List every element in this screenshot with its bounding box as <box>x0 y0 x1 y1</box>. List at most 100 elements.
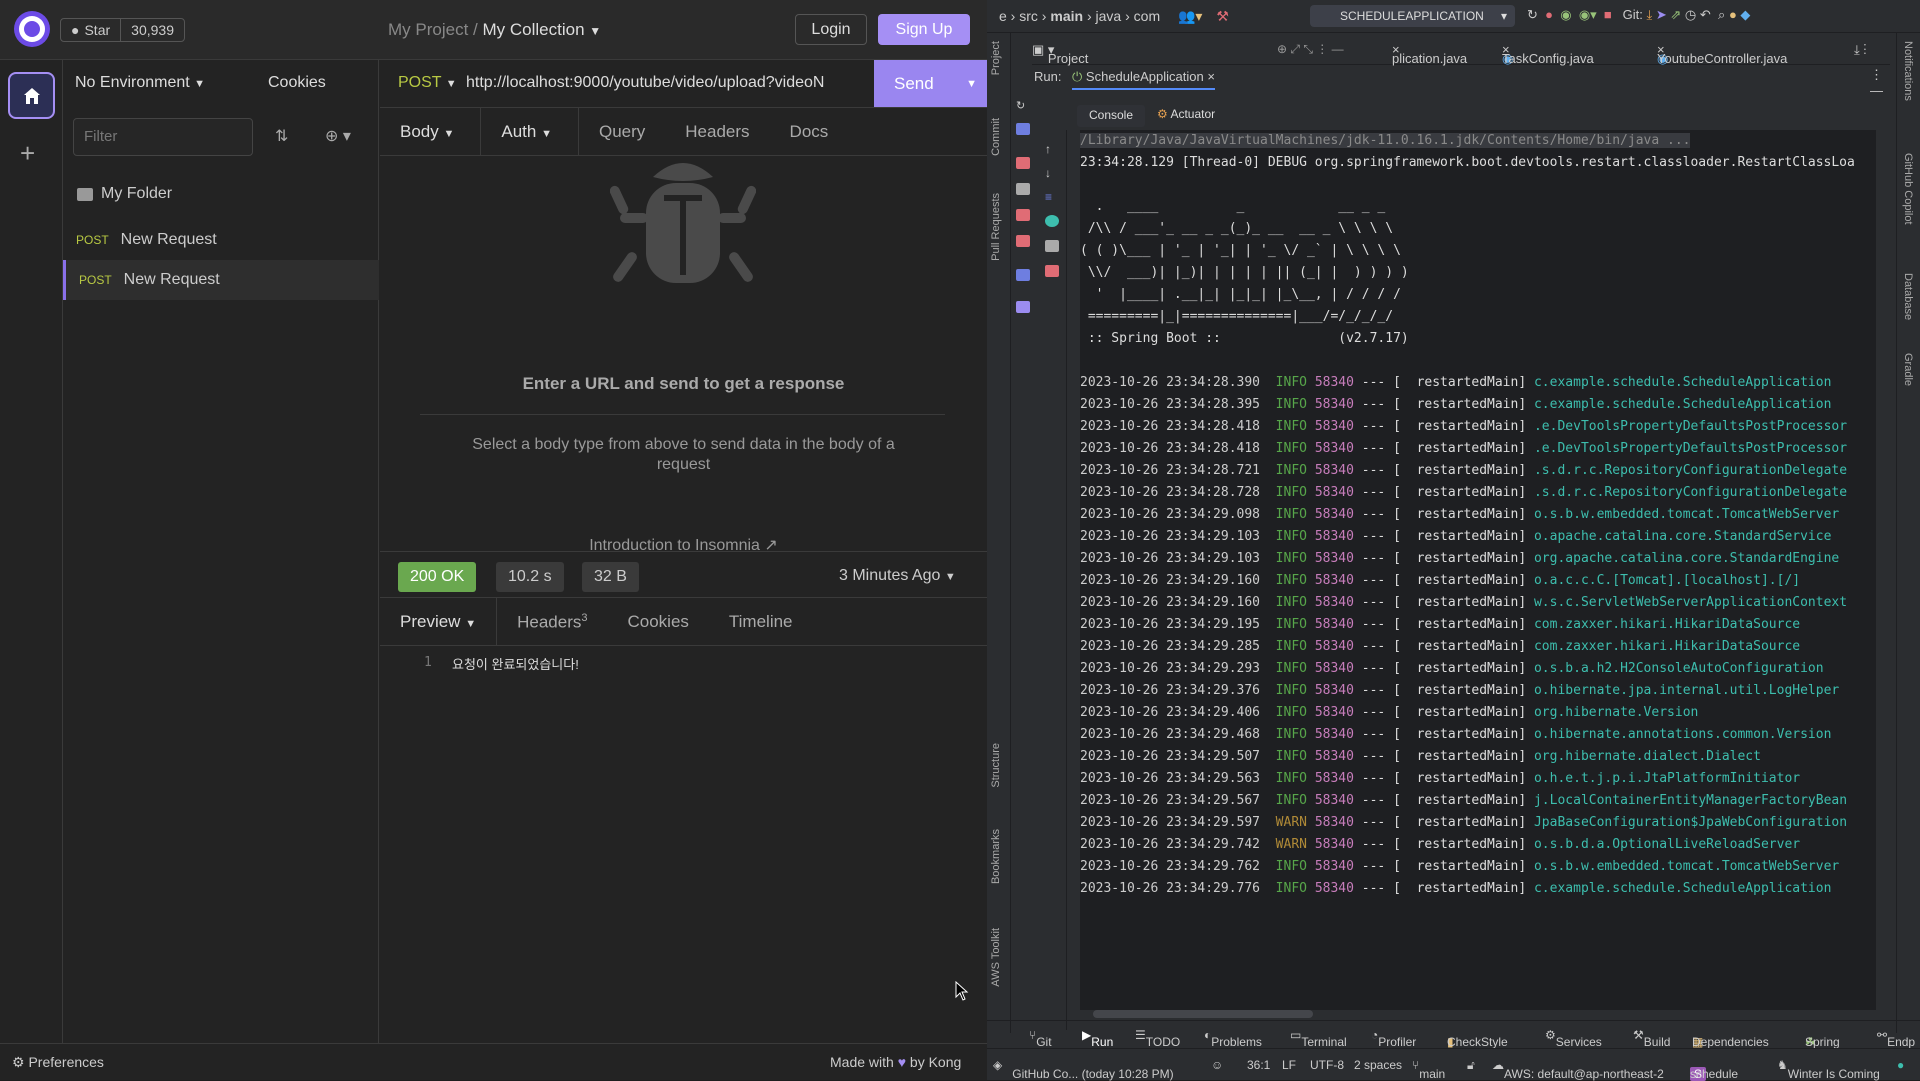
rerun-icon[interactable]: ↻ <box>1016 99 1030 112</box>
github-star-widget[interactable]: ● Star 30,939 <box>60 18 185 42</box>
tool-terminal[interactable]: ▭ Terminal <box>1290 1028 1347 1049</box>
url-input[interactable]: http://localhost:9000/youtube/video/uplo… <box>466 74 886 92</box>
settings-icon[interactable] <box>1016 123 1030 135</box>
tool-endpoints[interactable]: ⚯ Endp <box>1877 1028 1915 1049</box>
project-view-selector[interactable]: ▣ Project ▾ <box>1032 42 1088 66</box>
bug-small-icon[interactable] <box>1016 209 1030 221</box>
tool-commit[interactable]: Commit <box>990 118 1002 156</box>
camera-icon[interactable] <box>1016 183 1030 195</box>
update-icon[interactable]: ● <box>1729 7 1737 22</box>
tool-run[interactable]: ▶ Run <box>1082 1028 1113 1049</box>
git-commit-icon[interactable]: ➤ <box>1656 7 1667 22</box>
tool-github-copilot[interactable]: GitHub Copilot <box>1902 153 1914 225</box>
tab-console[interactable]: Console <box>1077 105 1145 127</box>
tab-query[interactable]: Query <box>579 108 665 155</box>
clear-icon[interactable] <box>1045 265 1059 277</box>
panel-menu-icon[interactable]: ⋮ — <box>1870 67 1890 98</box>
git-push-icon[interactable]: ⇗ <box>1670 7 1681 22</box>
nav-com[interactable]: com <box>1134 8 1160 24</box>
tool-services[interactable]: ⚙ Services <box>1545 1028 1602 1049</box>
search-icon[interactable]: ⌕ <box>1718 7 1725 22</box>
console-output[interactable]: /Library/Java/JavaVirtualMachines/jdk-11… <box>1080 130 1876 1010</box>
git-branch[interactable]: ⑂ main <box>1412 1058 1445 1081</box>
indent-setting[interactable]: 2 spaces <box>1354 1058 1402 1072</box>
tool-profiler[interactable]: ◔ Profiler <box>1371 1028 1416 1049</box>
tool-notifications[interactable]: Notifications <box>1902 41 1914 101</box>
user-icon[interactable]: 👥▾ <box>1178 8 1202 24</box>
copilot-status[interactable]: ◈ GitHub Co... (today 10:28 PM) <box>993 1058 1174 1081</box>
cookies-button[interactable]: Cookies <box>268 74 326 92</box>
git-update-icon[interactable]: ⤓ <box>1646 7 1652 22</box>
tab-response-cookies[interactable]: Cookies <box>607 598 708 645</box>
made-with-kong[interactable]: Made with ♥ by Kong <box>830 1054 961 1070</box>
add-request-icon[interactable]: ⊕ ▾ <box>325 126 351 146</box>
caret-position[interactable]: 36:1 <box>1247 1058 1270 1072</box>
copilot-icon[interactable]: ☺ <box>1211 1058 1223 1072</box>
tool-problems[interactable]: ◐ Problems <box>1204 1028 1262 1049</box>
tool-project[interactable]: Project <box>990 41 1002 75</box>
response-history[interactable]: 3 Minutes Ago ▼ <box>839 567 956 585</box>
stop-icon[interactable] <box>1016 157 1030 169</box>
editor-tab[interactable]: plication.java × <box>1392 42 1467 66</box>
tool-git[interactable]: ⑂ Git <box>1029 1028 1052 1049</box>
stop-icon[interactable]: ■ <box>1604 7 1612 22</box>
tool-aws-toolkit[interactable]: AWS Toolkit <box>990 928 1002 987</box>
aws-connection[interactable]: ☁ AWS: default@ap-northeast-2 <box>1492 1058 1664 1081</box>
request-item-selected[interactable]: POST New Request <box>63 260 379 300</box>
folder-item[interactable]: My Folder <box>77 185 172 203</box>
plugin-icon[interactable]: ◆ <box>1740 7 1750 22</box>
tab-preview[interactable]: Preview ▼ <box>380 598 498 645</box>
nav-main[interactable]: main <box>1050 8 1083 24</box>
filter-input[interactable]: Filter <box>73 118 253 156</box>
login-button[interactable]: Login <box>795 14 867 45</box>
run-config-selector[interactable]: SCHEDULEAPPLICATION ▾ <box>1310 5 1515 27</box>
scroll-up-icon[interactable]: ↑ <box>1045 142 1059 156</box>
tool-database[interactable]: Database <box>1902 273 1914 320</box>
add-icon[interactable]: + <box>20 138 35 169</box>
tabs-overflow-icon[interactable]: ⤓ ⋮ <box>1854 42 1867 58</box>
tab-actuator[interactable]: ⚙ Actuator <box>1157 107 1215 121</box>
tool-pull-requests[interactable]: Pull Requests <box>990 193 1002 261</box>
editor-tab[interactable]: ◉ TaskConfig.java × <box>1502 42 1594 66</box>
theme-name[interactable]: ♞ Winter Is Coming <box>1777 1058 1880 1081</box>
pin-icon[interactable] <box>1016 301 1030 313</box>
layout-icon[interactable] <box>1016 269 1030 281</box>
send-button[interactable]: Send ▼ <box>874 60 987 107</box>
exit-icon[interactable] <box>1016 235 1030 247</box>
environment-selector[interactable]: No Environment ▼ <box>75 74 205 92</box>
line-separator[interactable]: LF <box>1282 1058 1296 1072</box>
breadcrumb-collection[interactable]: My Collection <box>483 20 585 39</box>
home-button[interactable] <box>8 72 55 119</box>
tab-response-headers[interactable]: Headers3 <box>497 598 607 645</box>
request-item[interactable]: POST New Request <box>63 220 379 260</box>
signup-button[interactable]: Sign Up <box>878 14 970 45</box>
sort-icon[interactable]: ⇅ <box>275 126 288 146</box>
tool-todo[interactable]: ☰ TODO <box>1135 1028 1180 1049</box>
preferences-button[interactable]: ⚙ Preferences <box>12 1054 104 1071</box>
rerun-icon[interactable]: ↻ <box>1527 7 1538 22</box>
nav-e[interactable]: e <box>999 8 1007 24</box>
scroll-down-icon[interactable]: ↓ <box>1045 166 1059 180</box>
rollback-icon[interactable]: ↶ <box>1700 7 1711 22</box>
chevron-down-icon[interactable]: ▼ <box>966 78 977 90</box>
tab-headers[interactable]: Headers <box>665 108 769 155</box>
nav-java[interactable]: java <box>1096 8 1122 24</box>
file-encoding[interactable]: UTF-8 <box>1310 1058 1344 1072</box>
method-selector[interactable]: POST ▼ <box>398 74 457 92</box>
nav-src[interactable]: src <box>1019 8 1038 24</box>
coverage-icon[interactable]: ◉ <box>1560 7 1571 22</box>
tool-structure[interactable]: Structure <box>990 743 1002 788</box>
scroll-to-end-icon[interactable] <box>1045 215 1059 227</box>
profile-icon[interactable]: ◉▾ <box>1579 7 1597 22</box>
run-tab[interactable]: ⏻ ScheduleApplication × <box>1072 69 1215 90</box>
tool-build[interactable]: ⚒ Build <box>1633 1028 1670 1049</box>
print-icon[interactable] <box>1045 240 1059 252</box>
tab-timeline[interactable]: Timeline <box>709 598 813 645</box>
insomnia-logo[interactable] <box>14 11 50 47</box>
console-vertical-scrollbar[interactable] <box>1881 130 1891 1010</box>
console-horizontal-scrollbar[interactable] <box>1093 1010 1313 1018</box>
editor-tab[interactable]: ◉ YoutubeController.java × <box>1657 42 1787 66</box>
chevron-down-icon[interactable]: ▼ <box>589 24 601 38</box>
debug-icon[interactable]: ● <box>1545 7 1553 22</box>
tab-auth[interactable]: Auth ▼ <box>481 108 579 155</box>
